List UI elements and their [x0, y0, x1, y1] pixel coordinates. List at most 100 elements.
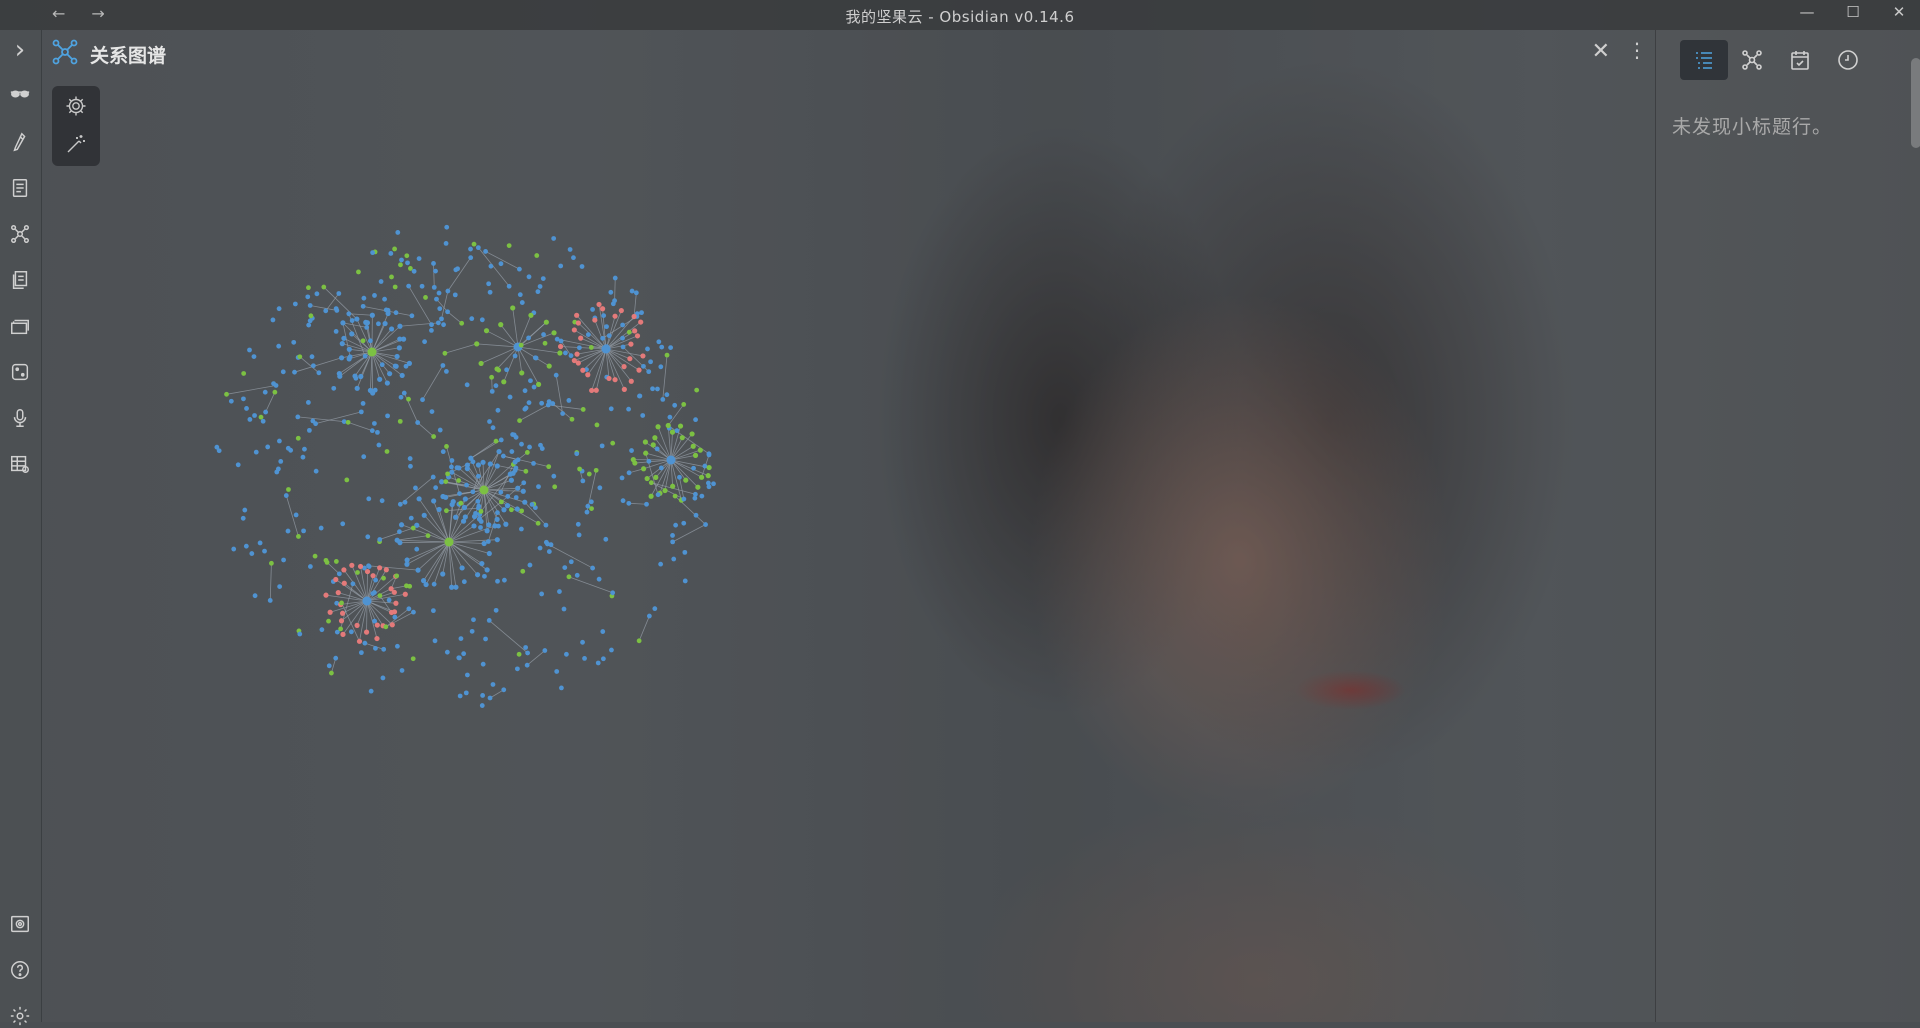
graph-node[interactable]	[380, 362, 385, 367]
graph-node[interactable]	[489, 264, 494, 269]
graph-node[interactable]	[363, 597, 372, 606]
graph-node[interactable]	[366, 563, 371, 568]
graph-node[interactable]	[387, 371, 392, 376]
graph-node[interactable]	[543, 341, 548, 346]
graph-node[interactable]	[648, 359, 653, 364]
graph-node[interactable]	[626, 501, 631, 506]
graph-node[interactable]	[563, 351, 568, 356]
graph-node[interactable]	[699, 475, 704, 480]
graph-node[interactable]	[472, 514, 477, 519]
graph-node[interactable]	[440, 363, 445, 368]
graph-node[interactable]	[476, 462, 481, 467]
graph-node[interactable]	[494, 366, 499, 371]
graph-node[interactable]	[263, 390, 268, 395]
graph-node[interactable]	[281, 558, 286, 563]
graph-node[interactable]	[437, 291, 442, 296]
graph-node[interactable]	[600, 336, 605, 341]
graph-node[interactable]	[392, 590, 397, 595]
graph-node[interactable]	[526, 336, 531, 341]
graph-node[interactable]	[297, 354, 302, 359]
graph-node[interactable]	[457, 491, 462, 496]
graph-node[interactable]	[329, 671, 334, 676]
graph-node[interactable]	[327, 663, 332, 668]
graph-node[interactable]	[634, 290, 639, 295]
graph-node[interactable]	[358, 564, 363, 569]
graph-node[interactable]	[536, 484, 541, 489]
graph-node[interactable]	[293, 302, 298, 307]
graph-node[interactable]	[476, 245, 481, 250]
graph-node[interactable]	[555, 337, 560, 342]
graph-node[interactable]	[370, 250, 375, 255]
graph-node[interactable]	[340, 632, 345, 637]
graph-node[interactable]	[621, 498, 626, 503]
graph-node[interactable]	[355, 386, 360, 391]
graph-node[interactable]	[420, 284, 425, 289]
graph-node[interactable]	[417, 496, 422, 501]
graph-node[interactable]	[656, 339, 661, 344]
graph-node[interactable]	[640, 413, 645, 418]
graph-node[interactable]	[417, 256, 422, 261]
graph-node[interactable]	[272, 390, 277, 395]
graph-node[interactable]	[515, 486, 520, 491]
graph-node[interactable]	[423, 295, 428, 300]
graph-node[interactable]	[673, 523, 678, 528]
graph-node[interactable]	[507, 284, 512, 289]
graph-node[interactable]	[580, 640, 585, 645]
graph-node[interactable]	[265, 445, 270, 450]
graph-node[interactable]	[502, 578, 507, 583]
graph-node[interactable]	[381, 576, 386, 581]
graph-node[interactable]	[501, 379, 506, 384]
graph-node[interactable]	[632, 328, 637, 333]
graph-node[interactable]	[486, 539, 491, 544]
graph-node[interactable]	[392, 247, 397, 252]
graph-node[interactable]	[247, 417, 252, 422]
graph-node[interactable]	[306, 323, 311, 328]
graph-canvas[interactable]	[41, 30, 1655, 1022]
graph-node[interactable]	[393, 601, 398, 606]
graph-node[interactable]	[640, 353, 645, 358]
graph-node[interactable]	[536, 382, 541, 387]
graph-node[interactable]	[652, 606, 657, 611]
graph-node[interactable]	[313, 554, 318, 559]
graph-node[interactable]	[214, 445, 219, 450]
graph-node[interactable]	[456, 478, 461, 483]
graph-node[interactable]	[519, 370, 524, 375]
graph-node[interactable]	[581, 407, 586, 412]
graph-node[interactable]	[509, 478, 514, 483]
graph-node[interactable]	[626, 407, 631, 412]
graph-node[interactable]	[496, 449, 501, 454]
graph-node[interactable]	[390, 622, 395, 627]
graph-node[interactable]	[381, 647, 386, 652]
graph-node[interactable]	[421, 578, 426, 583]
graph-node[interactable]	[507, 243, 512, 248]
graph-node[interactable]	[488, 461, 493, 466]
graph-node[interactable]	[558, 344, 563, 349]
graph-node[interactable]	[310, 418, 315, 423]
graph-node[interactable]	[385, 311, 390, 316]
graph-node[interactable]	[531, 461, 536, 466]
graph-node[interactable]	[637, 638, 642, 643]
graph-node[interactable]	[557, 589, 562, 594]
graph-node[interactable]	[430, 409, 435, 414]
graph-node[interactable]	[610, 590, 615, 595]
graph-node[interactable]	[336, 291, 341, 296]
graph-node[interactable]	[453, 292, 458, 297]
graph-node[interactable]	[258, 541, 263, 546]
graph-node[interactable]	[619, 308, 624, 313]
graph-node[interactable]	[445, 650, 450, 655]
graph-node[interactable]	[580, 264, 585, 269]
graph-node[interactable]	[339, 355, 344, 360]
graph-node[interactable]	[480, 486, 489, 495]
graph-node[interactable]	[306, 285, 311, 290]
graph-node[interactable]	[641, 364, 646, 369]
graph-node[interactable]	[554, 373, 559, 378]
graph-node[interactable]	[397, 324, 402, 329]
graph-node[interactable]	[302, 447, 307, 452]
graph-node[interactable]	[340, 521, 345, 526]
graph-node[interactable]	[470, 629, 475, 634]
graph-node[interactable]	[707, 484, 712, 489]
graph-node[interactable]	[453, 267, 458, 272]
graph-node[interactable]	[398, 502, 403, 507]
graph-node[interactable]	[590, 307, 595, 312]
graph-node[interactable]	[412, 269, 417, 274]
